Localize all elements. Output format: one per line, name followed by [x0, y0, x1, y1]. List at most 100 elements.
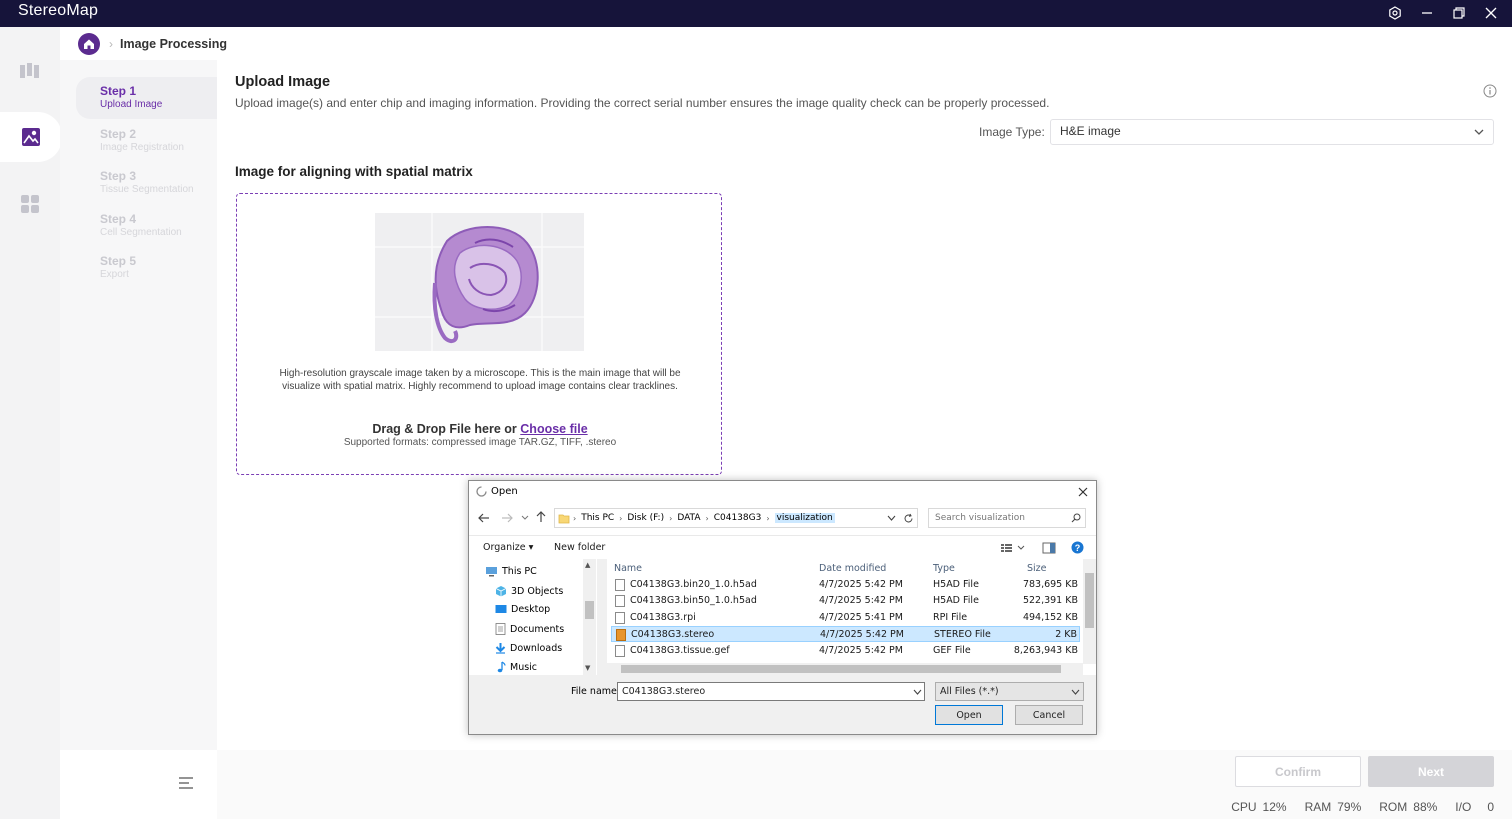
help-icon[interactable]: ?	[1071, 541, 1084, 554]
tree-item-label: Desktop	[511, 604, 551, 615]
image-icon	[22, 128, 40, 146]
title-bar: StereoMap	[0, 0, 1512, 27]
info-icon[interactable]	[1483, 84, 1497, 98]
file-type: H5AD File	[933, 579, 979, 590]
file-date: 4/7/2025 5:42 PM	[819, 595, 903, 606]
up-arrow-icon[interactable]	[536, 511, 546, 523]
vertical-scroll-thumb[interactable]	[1085, 573, 1094, 628]
file-row-selected[interactable]: C04138G3.stereo 4/7/2025 5:42 PM STEREO …	[611, 626, 1080, 642]
open-button[interactable]: Open	[935, 705, 1003, 725]
cpu-value: 12%	[1262, 800, 1287, 814]
path-segment[interactable]: Disk (F:)	[627, 513, 664, 523]
back-arrow-icon[interactable]	[478, 513, 490, 523]
choose-file-link[interactable]: Choose file	[520, 422, 587, 436]
file-name: C04138G3.rpi	[630, 612, 696, 623]
scroll-down-icon[interactable]: ▼	[585, 664, 590, 672]
path-segment[interactable]: This PC	[581, 513, 614, 523]
computer-icon	[486, 567, 497, 577]
cube-icon	[495, 586, 507, 597]
image-processing-nav-item[interactable]	[0, 112, 62, 162]
confirm-button[interactable]: Confirm	[1235, 756, 1361, 787]
file-dropzone[interactable]: High-resolution grayscale image taken by…	[236, 193, 722, 475]
section-title: Image for aligning with spatial matrix	[235, 164, 473, 179]
tree-item-desktop[interactable]: Desktop	[495, 604, 550, 615]
file-name-input[interactable]: C04138G3.stereo	[617, 682, 925, 701]
tree-item-documents[interactable]: Documents	[495, 623, 564, 635]
column-header-date[interactable]: Date modified	[819, 563, 886, 574]
settings-icon[interactable]	[1386, 4, 1404, 22]
apps-nav-item[interactable]	[0, 179, 60, 229]
recent-dropdown-icon[interactable]	[521, 515, 529, 521]
page-title: Upload Image	[235, 74, 331, 90]
cancel-button[interactable]: Cancel	[1015, 705, 1083, 725]
step-3[interactable]: Step 3 Tissue Segmentation	[76, 162, 217, 204]
chevron-down-icon[interactable]	[913, 689, 922, 695]
refresh-icon[interactable]	[903, 513, 914, 524]
menu-toggle-icon[interactable]	[178, 776, 196, 792]
file-type: STEREO File	[934, 629, 991, 640]
file-name: C04138G3.bin20_1.0.h5ad	[630, 579, 757, 590]
search-input[interactable]: Search visualization	[928, 508, 1086, 528]
new-folder-button[interactable]: New folder	[554, 542, 605, 553]
dialog-title: Open	[491, 486, 518, 497]
dropzone-description: High-resolution grayscale image taken by…	[279, 368, 681, 392]
home-button[interactable]	[78, 33, 100, 55]
tree-item-this-pc[interactable]: This PC	[485, 566, 537, 577]
breadcrumb: › Image Processing	[78, 33, 227, 55]
file-list-horizontal-scrollbar[interactable]	[607, 663, 1083, 675]
step-subtitle: Image Registration	[100, 142, 184, 153]
column-header-name[interactable]: Name	[614, 563, 642, 574]
column-header-size[interactable]: Size	[1027, 563, 1047, 574]
step-4[interactable]: Step 4 Cell Segmentation	[76, 205, 217, 247]
preview-pane-icon[interactable]	[1042, 542, 1056, 554]
image-type-value: H&E image	[1060, 124, 1121, 138]
scroll-up-icon[interactable]: ▲	[585, 561, 590, 569]
path-segment-current[interactable]: visualization	[774, 513, 835, 523]
file-row[interactable]: C04138G3.bin20_1.0.h5ad 4/7/2025 5:42 PM…	[611, 577, 1080, 593]
path-segment[interactable]: C04138G3	[714, 513, 762, 523]
tree-item-downloads[interactable]: Downloads	[495, 642, 562, 654]
page-description: Upload image(s) and enter chip and imagi…	[235, 96, 1050, 110]
image-type-select[interactable]: H&E image	[1050, 119, 1494, 145]
file-row[interactable]: C04138G3.tissue.gef 4/7/2025 5:42 PM GEF…	[611, 643, 1080, 659]
tree-scroll-thumb[interactable]	[585, 601, 594, 619]
step-5[interactable]: Step 5 Export	[76, 247, 217, 289]
dialog-close-icon[interactable]	[1075, 484, 1091, 500]
tree-item-label: Downloads	[510, 642, 563, 654]
close-icon[interactable]	[1482, 4, 1500, 22]
column-header-type[interactable]: Type	[933, 563, 955, 574]
tree-item-3d-objects[interactable]: 3D Objects	[495, 585, 563, 597]
step-1[interactable]: Step 1 Upload Image	[76, 77, 217, 119]
step-2[interactable]: Step 2 Image Registration	[76, 120, 217, 162]
search-icon[interactable]	[1071, 513, 1081, 523]
step-title: Step 3	[100, 169, 137, 183]
forward-arrow-icon[interactable]	[501, 513, 513, 523]
path-separator: ›	[669, 513, 673, 523]
file-row[interactable]: C04138G3.rpi 4/7/2025 5:41 PM RPI File 4…	[611, 610, 1080, 626]
home-icon	[84, 39, 94, 49]
nav-rail	[0, 27, 62, 819]
view-options-icon[interactable]	[1000, 542, 1026, 554]
address-bar[interactable]: › This PC › Disk (F:) › DATA › C04138G3 …	[554, 508, 918, 528]
map-nav-item[interactable]	[0, 46, 60, 96]
organize-button[interactable]: Organize ▾	[483, 542, 533, 553]
file-row[interactable]: C04138G3.bin50_1.0.h5ad 4/7/2025 5:42 PM…	[611, 593, 1080, 609]
path-segment[interactable]: DATA	[677, 513, 700, 523]
address-dropdown-icon[interactable]	[887, 515, 896, 522]
tree-item-music[interactable]: Music	[495, 661, 537, 673]
restore-icon[interactable]	[1450, 4, 1468, 22]
steps-panel: Step 1 Upload Image Step 2 Image Registr…	[60, 60, 217, 750]
minimize-icon[interactable]	[1418, 4, 1436, 22]
grid-icon	[21, 195, 39, 213]
file-list-vertical-scrollbar[interactable]	[1083, 559, 1096, 664]
path-separator: ›	[766, 513, 770, 523]
horizontal-scroll-thumb[interactable]	[621, 665, 1061, 673]
tree-scrollbar[interactable]: ▲ ▼	[583, 559, 596, 675]
file-type-select[interactable]: All Files (*.*)	[935, 682, 1084, 701]
step-title: Step 1	[100, 84, 137, 98]
file-list: Name Date modified Type Size C04138G3.bi…	[607, 559, 1096, 675]
next-button[interactable]: Next	[1368, 756, 1494, 787]
path-separator: ›	[619, 513, 623, 523]
image-type-label: Image Type:	[979, 125, 1045, 139]
dialog-title-bar: Open	[469, 481, 1096, 503]
